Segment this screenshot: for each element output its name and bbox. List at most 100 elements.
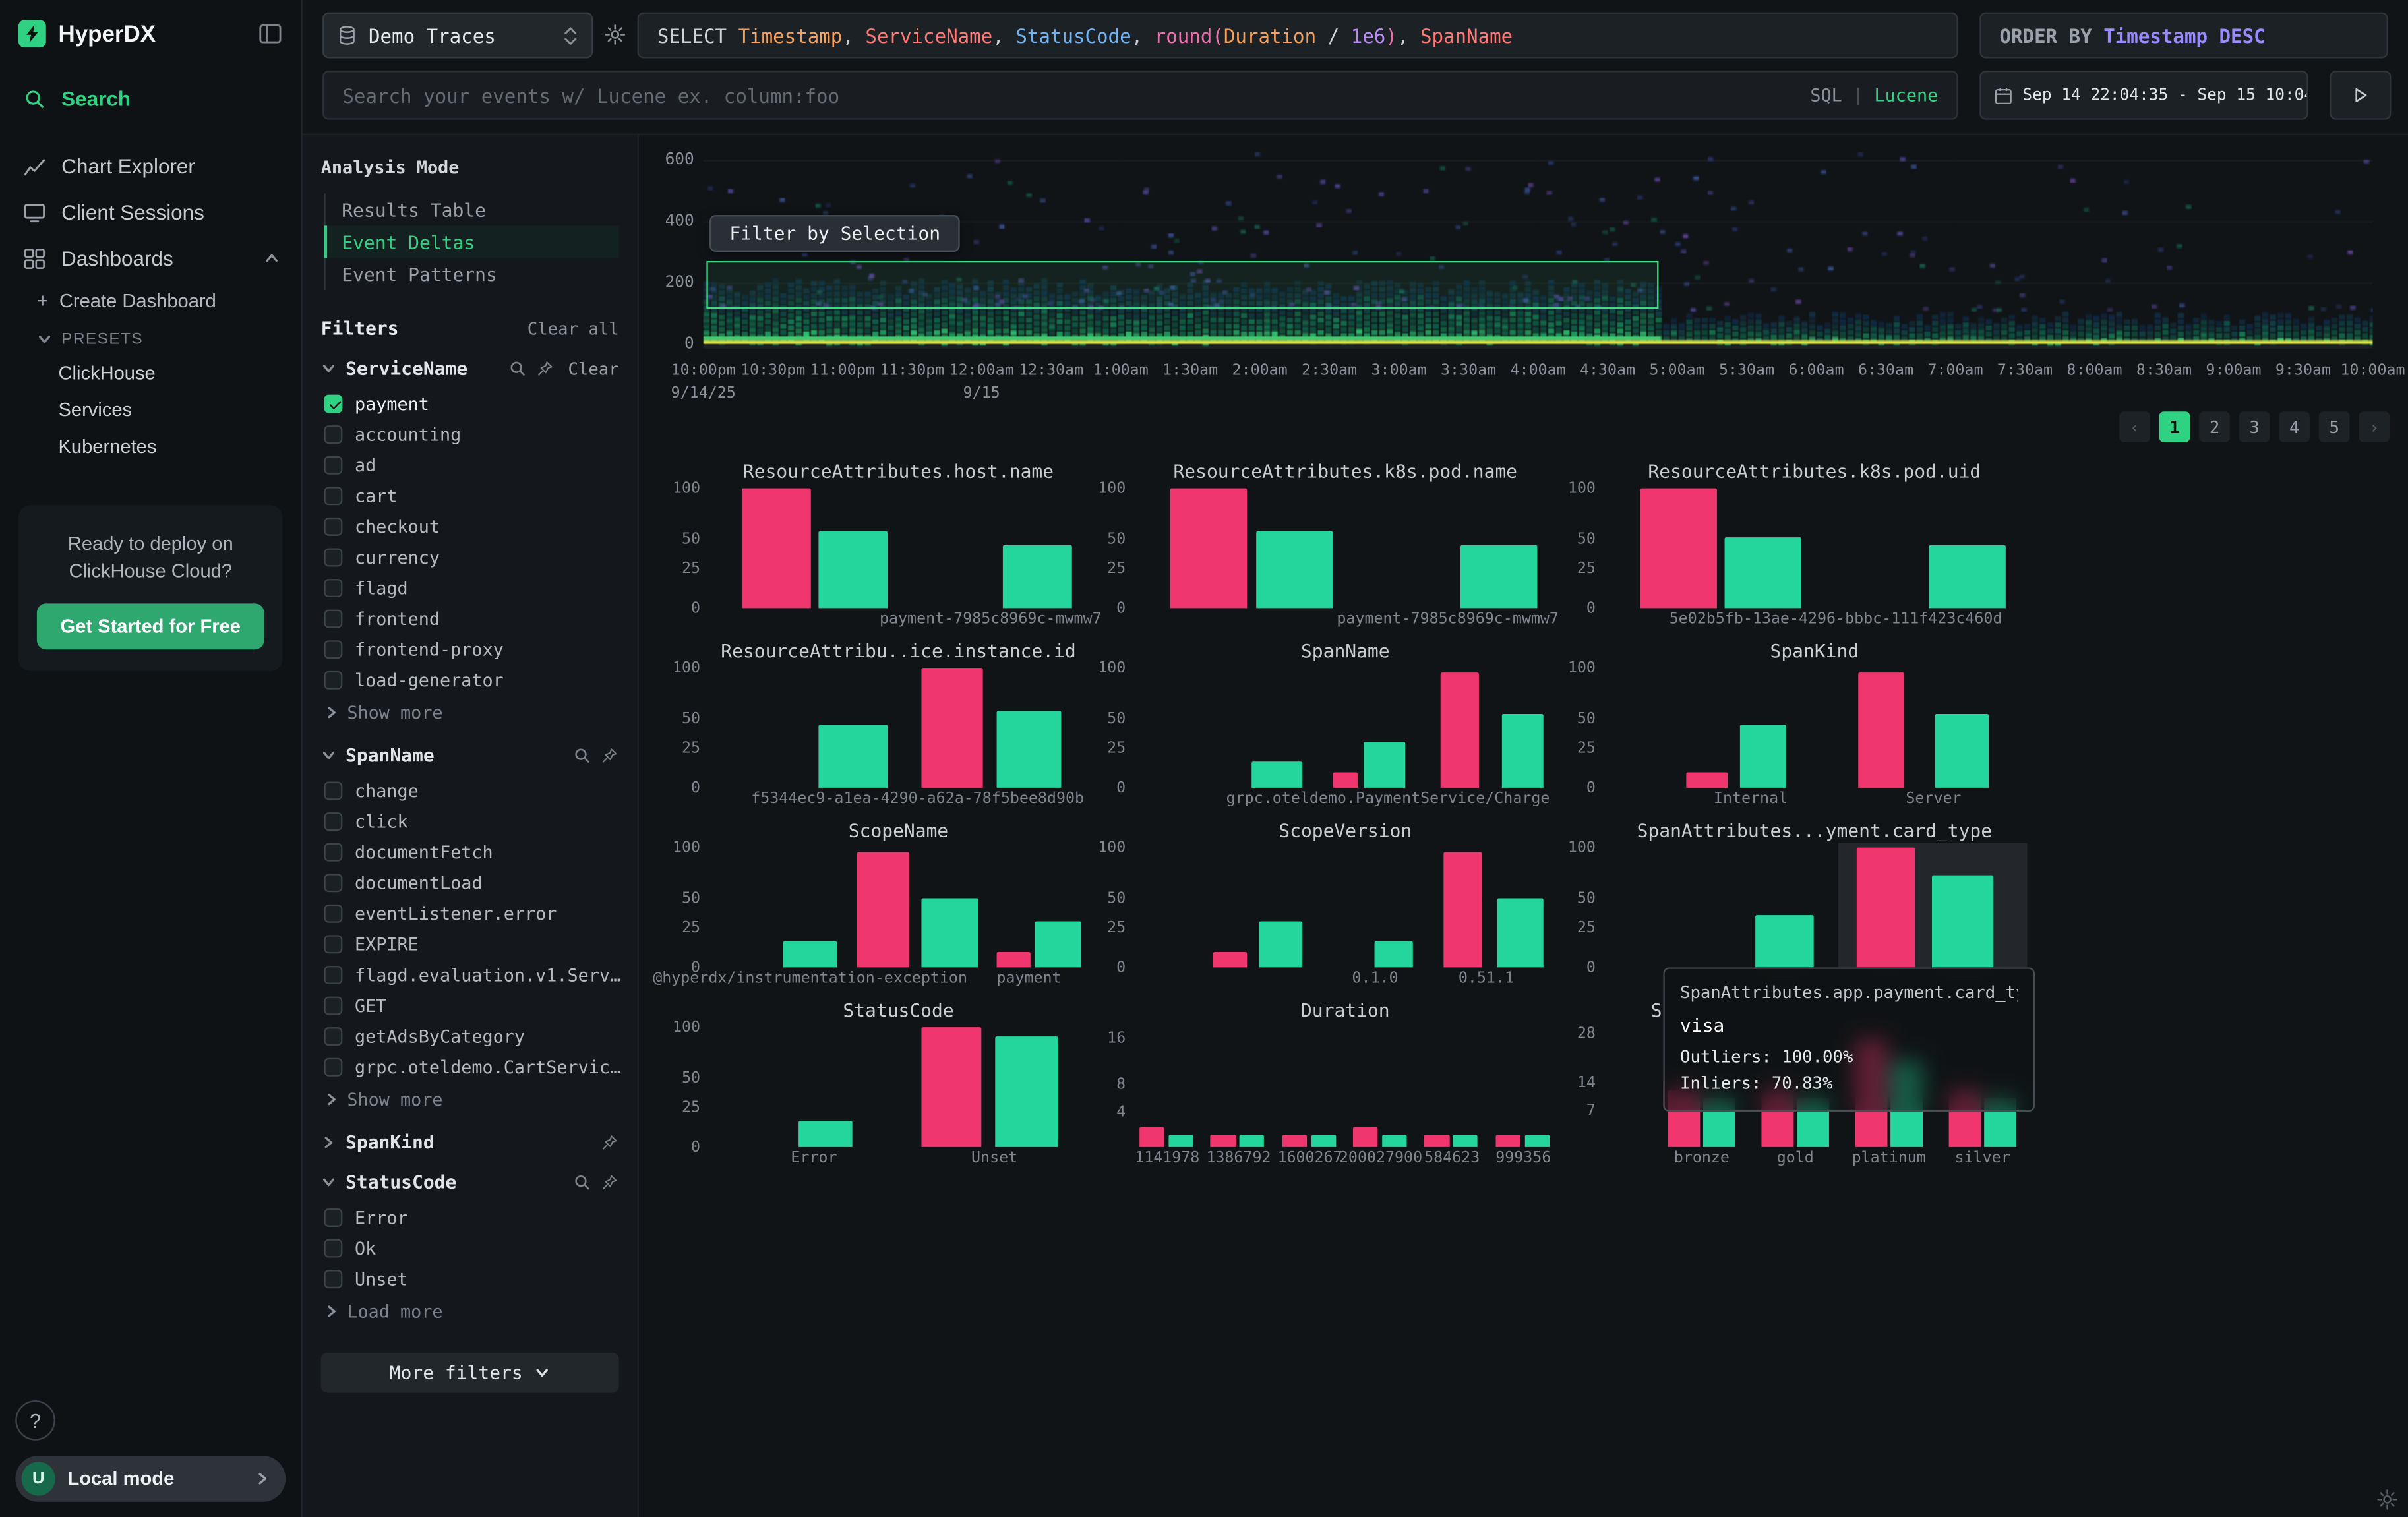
bar-outlier[interactable] bbox=[1858, 672, 1904, 787]
checkbox[interactable] bbox=[324, 456, 342, 475]
search-input[interactable]: Search your events w/ Lucene ex. column:… bbox=[322, 71, 1958, 120]
bar-outlier[interactable] bbox=[1139, 1127, 1164, 1147]
bar-outlier[interactable] bbox=[1333, 772, 1358, 788]
bar-inlier[interactable] bbox=[1497, 899, 1544, 967]
time-range-picker[interactable]: Sep 14 22:04:35 - Sep 15 10:04:35 bbox=[1979, 71, 2308, 120]
bar-outlier[interactable] bbox=[1495, 1135, 1520, 1147]
sidebar-item-create-dashboard[interactable]: +Create Dashboard bbox=[0, 281, 301, 319]
analysis-mode-results-table[interactable]: Results Table bbox=[323, 193, 618, 225]
filter-option-ok[interactable]: Ok bbox=[321, 1233, 619, 1264]
settings-gear-icon[interactable] bbox=[2376, 1488, 2399, 1511]
checkbox[interactable] bbox=[324, 782, 342, 800]
sidebar-item-services[interactable]: Services bbox=[0, 392, 301, 429]
mode-lucene[interactable]: Lucene bbox=[1875, 84, 1939, 106]
checkbox[interactable] bbox=[324, 487, 342, 505]
filter-option-accounting[interactable]: accounting bbox=[321, 419, 619, 450]
pin-icon[interactable] bbox=[601, 1133, 619, 1152]
filter-option-frontend[interactable]: frontend bbox=[321, 603, 619, 634]
checkbox[interactable] bbox=[324, 610, 342, 628]
filter-option-expire[interactable]: EXPIRE bbox=[321, 929, 619, 960]
source-select[interactable]: Demo Traces bbox=[322, 13, 593, 59]
bar-inlier[interactable] bbox=[1035, 922, 1081, 967]
bar-outlier[interactable] bbox=[1687, 772, 1728, 788]
search-icon[interactable] bbox=[508, 359, 527, 378]
pin-icon[interactable] bbox=[536, 359, 555, 378]
bar-inlier[interactable] bbox=[1524, 1135, 1550, 1147]
filter-group-header[interactable]: StatusCode bbox=[321, 1172, 619, 1193]
bar-outlier[interactable] bbox=[1211, 1135, 1236, 1147]
analysis-mode-event-deltas[interactable]: Event Deltas bbox=[323, 225, 618, 258]
bar-inlier[interactable] bbox=[1240, 1135, 1265, 1147]
bar-outlier[interactable] bbox=[1424, 1135, 1449, 1147]
checkbox[interactable] bbox=[324, 579, 342, 597]
checkbox[interactable] bbox=[324, 1270, 342, 1288]
bar-inlier[interactable] bbox=[1364, 742, 1405, 788]
filter-option-checkout[interactable]: checkout bbox=[321, 512, 619, 543]
filter-option-getadsbycategory[interactable]: getAdsByCategory bbox=[321, 1021, 619, 1052]
filter-option-currency[interactable]: currency bbox=[321, 542, 619, 573]
checkbox[interactable] bbox=[324, 1208, 342, 1227]
bar-inlier[interactable] bbox=[921, 899, 978, 967]
bar-inlier[interactable] bbox=[1002, 545, 1071, 608]
sidebar-item-search[interactable]: Search bbox=[0, 75, 301, 121]
search-icon[interactable] bbox=[573, 746, 591, 765]
bar-inlier[interactable] bbox=[1931, 876, 1993, 968]
sidebar-item-client-sessions[interactable]: Client Sessions bbox=[0, 189, 301, 235]
bar-inlier[interactable] bbox=[1260, 922, 1303, 967]
bar-outlier[interactable] bbox=[741, 489, 810, 609]
bar-outlier[interactable] bbox=[1441, 672, 1479, 787]
checkbox[interactable] bbox=[324, 843, 342, 862]
filter-option-error[interactable]: Error bbox=[321, 1203, 619, 1234]
bar-outlier[interactable] bbox=[1282, 1135, 1307, 1147]
bar-inlier[interactable] bbox=[1374, 941, 1412, 968]
pin-icon[interactable] bbox=[601, 1173, 619, 1191]
filter-option-frontend-proxy[interactable]: frontend-proxy bbox=[321, 634, 619, 665]
filter-option-get[interactable]: GET bbox=[321, 990, 619, 1021]
checkbox[interactable] bbox=[324, 425, 342, 444]
filter-option-unset[interactable]: Unset bbox=[321, 1264, 619, 1295]
filter-option-documentfetch[interactable]: documentFetch bbox=[321, 837, 619, 868]
bar-inlier[interactable] bbox=[1502, 713, 1544, 788]
checkbox[interactable] bbox=[324, 1239, 342, 1258]
bar-inlier[interactable] bbox=[994, 1037, 1058, 1147]
clear-all-filters[interactable]: Clear all bbox=[527, 318, 619, 338]
bar-inlier[interactable] bbox=[1929, 545, 2006, 608]
sidebar-item-chart-explorer[interactable]: Chart Explorer bbox=[0, 143, 301, 189]
filter-option-grpc-oteldemo-cartservic[interactable]: grpc.oteldemo.CartServic… bbox=[321, 1052, 619, 1083]
bar-outlier[interactable] bbox=[1443, 852, 1482, 967]
bar-inlier[interactable] bbox=[1168, 1135, 1193, 1147]
sidebar-item-clickhouse[interactable]: ClickHouse bbox=[0, 355, 301, 392]
bar-inlier[interactable] bbox=[1935, 713, 1988, 788]
sidebar-item-presets[interactable]: PRESETS bbox=[0, 319, 301, 355]
bar-outlier[interactable] bbox=[921, 1027, 980, 1147]
search-icon[interactable] bbox=[573, 1173, 591, 1191]
bar-inlier[interactable] bbox=[1725, 537, 1801, 609]
show-more-link[interactable]: Show more bbox=[321, 696, 619, 727]
filter-option-change[interactable]: change bbox=[321, 775, 619, 806]
bar-inlier[interactable] bbox=[1255, 531, 1333, 608]
checkbox[interactable] bbox=[324, 997, 342, 1015]
get-started-button[interactable]: Get Started for Free bbox=[37, 604, 264, 650]
checkbox[interactable] bbox=[324, 935, 342, 953]
checkbox[interactable] bbox=[324, 905, 342, 923]
sql-query-input[interactable]: SELECT Timestamp, ServiceName, StatusCod… bbox=[638, 13, 1958, 59]
analysis-mode-event-patterns[interactable]: Event Patterns bbox=[323, 258, 618, 290]
filter-group-clear[interactable]: Clear bbox=[568, 359, 618, 378]
checkbox[interactable] bbox=[324, 1027, 342, 1046]
bar-outlier[interactable] bbox=[857, 852, 909, 967]
bar-inlier[interactable] bbox=[798, 1121, 853, 1147]
bar-inlier[interactable] bbox=[818, 531, 887, 608]
help-button[interactable]: ? bbox=[15, 1400, 55, 1441]
filter-option-load-generator[interactable]: load-generator bbox=[321, 665, 619, 696]
bar-outlier[interactable] bbox=[1213, 951, 1248, 967]
bar-outlier[interactable] bbox=[1353, 1127, 1378, 1147]
bar-outlier[interactable] bbox=[996, 951, 1031, 967]
checkbox[interactable] bbox=[324, 874, 342, 892]
more-filters-button[interactable]: More filters bbox=[321, 1353, 619, 1393]
bar-inlier[interactable] bbox=[1460, 545, 1538, 608]
run-query-button[interactable] bbox=[2330, 71, 2391, 120]
bar-inlier[interactable] bbox=[783, 941, 837, 968]
bar-outlier[interactable] bbox=[1170, 489, 1248, 609]
filter-option-cart[interactable]: cart bbox=[321, 481, 619, 512]
bar-inlier[interactable] bbox=[1382, 1135, 1407, 1147]
